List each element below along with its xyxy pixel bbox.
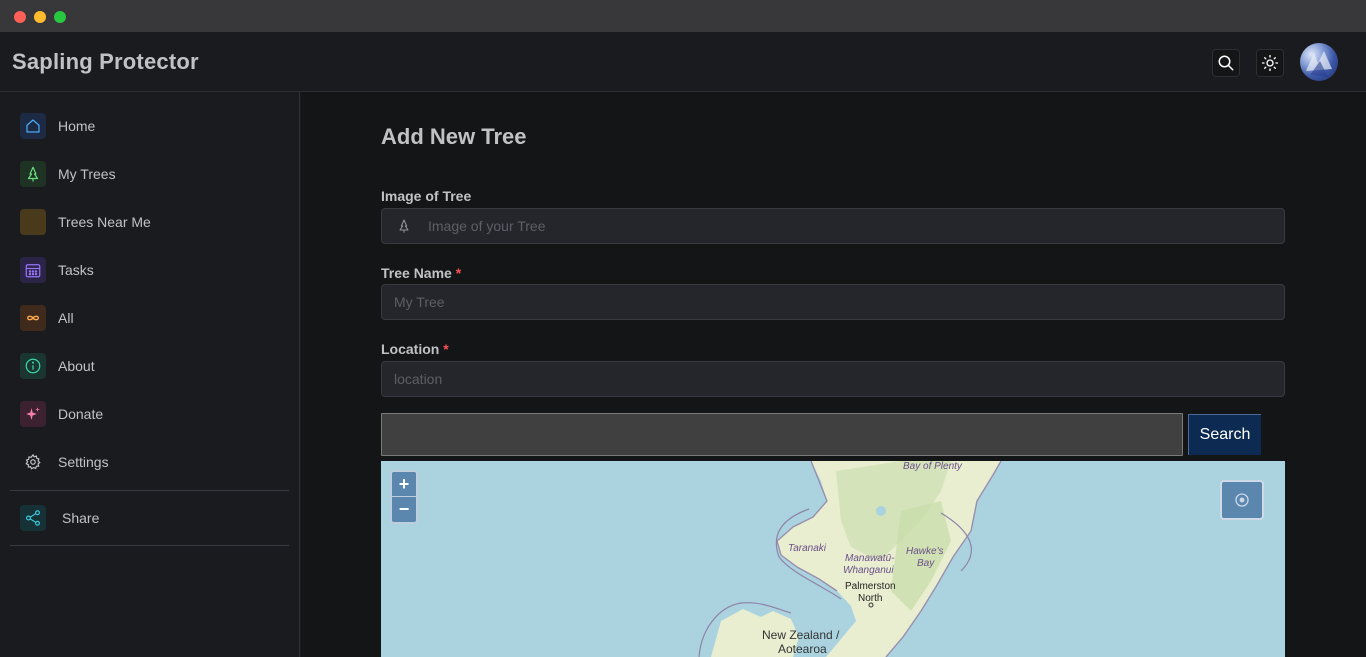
location-input[interactable]: location [381,361,1285,397]
sparkles-icon [20,401,46,427]
sidebar-item-my-trees[interactable]: My Trees [10,154,289,194]
map-label-taranaki: Taranaki [788,543,826,554]
sidebar-item-trees-near-me[interactable]: Trees Near Me [10,202,289,242]
header-search-button[interactable] [1212,49,1240,77]
tree-icon [20,161,46,187]
main-content: Add New Tree Image of Tree Image of your… [301,92,1366,657]
zoom-out-button[interactable]: − [392,497,416,522]
map-label-country-line2: Aotearoa [778,642,827,656]
sidebar-item-label: All [58,310,74,326]
zoom-control: + − [390,470,418,524]
location-placeholder: location [394,371,443,387]
image-field-placeholder: Image of your Tree [428,218,546,234]
map-label-whanganui: Whanganui [843,565,894,576]
sun-icon [1261,54,1279,72]
sidebar-item-settings[interactable]: Settings [10,442,289,482]
image-field-label: Image of Tree [381,188,472,204]
sidebar-item-home[interactable]: Home [10,106,289,146]
image-upload-field[interactable]: Image of your Tree [381,208,1285,244]
sidebar-divider [10,545,289,546]
target-icon [1235,493,1249,507]
sidebar-item-label: About [58,358,95,374]
required-mark: * [443,341,449,357]
map-label-hawkes: Hawke's [906,546,944,557]
map-search-button[interactable]: Search [1188,414,1261,455]
sidebar: Home My Trees Trees Near Me Tasks All Ab… [0,92,300,657]
window-titlebar [0,0,1366,32]
sidebar-divider [10,490,289,491]
minimize-window-button[interactable] [34,11,46,23]
sidebar-item-label: Trees Near Me [58,214,151,230]
sidebar-item-about[interactable]: About [10,346,289,386]
calendar-icon [20,257,46,283]
share-icon [20,505,46,531]
search-icon [1218,55,1234,71]
sidebar-item-label: Share [62,510,100,526]
home-icon [20,113,46,139]
sidebar-item-label: My Trees [58,166,116,182]
app-header: Sapling Protector [0,32,1366,92]
sidebar-item-share[interactable]: Share [10,498,289,538]
close-window-button[interactable] [14,11,26,23]
sidebar-item-label: Tasks [58,262,94,278]
info-icon [20,353,46,379]
locate-me-button[interactable] [1220,480,1264,520]
tree-name-input[interactable]: My Tree [381,284,1285,320]
zoom-in-button[interactable]: + [392,472,416,497]
sidebar-item-label: Settings [58,454,109,470]
map-label-palmerston: Palmerston [845,581,896,592]
sidebar-item-all[interactable]: All [10,298,289,338]
sidebar-item-donate[interactable]: Donate [10,394,289,434]
theme-toggle-button[interactable] [1256,49,1284,77]
map-label-bay: Bay [917,558,935,569]
tree-icon [396,217,416,235]
map-label-bay-of-plenty: Bay of Plenty [903,461,962,472]
map-pin-icon [20,209,46,235]
tree-name-field-label: Tree Name * [381,265,462,281]
sidebar-item-label: Home [58,118,96,134]
tree-name-placeholder: My Tree [394,294,445,310]
sidebar-item-tasks[interactable]: Tasks [10,250,289,290]
user-avatar[interactable] [1300,43,1338,81]
map-label-country-line1: New Zealand / [762,628,840,642]
sidebar-item-label: Donate [58,406,104,422]
infinity-icon [20,305,46,331]
maximize-window-button[interactable] [54,11,66,23]
required-mark: * [455,265,462,281]
map-view[interactable]: Bay of Plenty Taranaki Manawatū- Whangan… [381,461,1285,657]
app-title: Sapling Protector [12,49,199,74]
map-label-north: North [858,593,883,604]
gear-icon [20,449,46,475]
map-label-manawatu: Manawatū- [845,553,895,564]
location-field-label: Location * [381,341,449,357]
map-search-input[interactable] [381,413,1183,456]
page-title: Add New Tree [381,124,527,149]
